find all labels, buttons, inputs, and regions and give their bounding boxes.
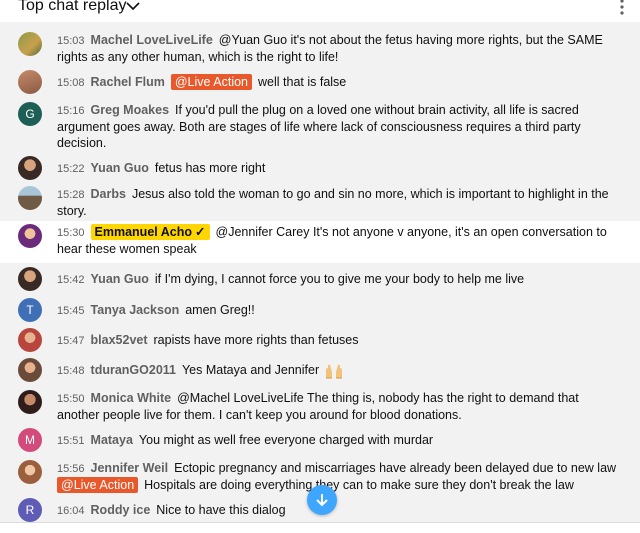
author-name[interactable]: Roddy ice (91, 503, 151, 517)
timestamp: 15:47 (57, 335, 85, 347)
chat-message: 15:48 tduranGO2011 Yes Mataya and Jennifer (0, 358, 640, 382)
message-text: amen Greg!! (185, 303, 255, 317)
message-text: You might as well free everyone charged … (138, 433, 434, 447)
timestamp: 15:50 (57, 393, 85, 405)
avatar[interactable] (18, 358, 42, 382)
timestamp: 16:04 (57, 505, 85, 517)
chat-message: G 15:16 Greg Moakes If you'd pull the plug… (0, 100, 640, 150)
avatar[interactable] (18, 32, 42, 56)
avatar[interactable] (18, 186, 42, 210)
message-text: Jesus also told the woman to go and sin … (57, 187, 609, 218)
avatar[interactable]: T (18, 298, 42, 322)
timestamp: 15:22 (57, 163, 85, 175)
chat-message: M 15:51 Mataya You might as well free ever… (0, 428, 640, 452)
raising-hands-emoji-icon (325, 364, 342, 379)
chat-header: Top chat replay (0, 0, 640, 22)
chat-message: 15:50 Monica White @Machel LoveLiveLife Th… (0, 388, 640, 422)
timestamp: 15:56 (57, 463, 85, 475)
more-vert-icon[interactable] (616, 0, 628, 16)
message-text: fetus has more right (154, 161, 266, 175)
author-name[interactable]: Rachel Flum (91, 75, 165, 89)
author-name[interactable]: Yuan Guo (91, 161, 149, 175)
message-text: well that is false (258, 75, 347, 89)
avatar[interactable] (18, 156, 42, 180)
timestamp: 15:16 (57, 105, 85, 117)
author-name[interactable]: Tanya Jackson (91, 303, 180, 317)
author-name[interactable]: Monica White (91, 391, 172, 405)
mention-chip[interactable]: @Live Action (57, 477, 139, 493)
avatar[interactable] (18, 460, 42, 484)
chat-input-area-edge (0, 522, 640, 533)
avatar[interactable] (18, 70, 42, 94)
avatar[interactable] (18, 328, 42, 352)
mention-chip[interactable]: @Live Action (170, 74, 253, 90)
verified-check-icon: ✓ (195, 225, 206, 239)
message-text-continued: Hospitals are doing everything they can … (144, 478, 574, 492)
message-text: if I'm dying, I cannot force you to give… (154, 272, 525, 286)
chat-message-highlighted: 15:30 Emmanuel Acho ✓ @Jennifer Carey It's … (0, 221, 640, 263)
chevron-down-icon[interactable] (126, 1, 140, 11)
owner-author-chip[interactable]: Emmanuel Acho ✓ (90, 224, 210, 240)
author-name[interactable]: Mataya (91, 433, 133, 447)
message-text: rapists have more rights than fetuses (153, 333, 359, 347)
author-name[interactable]: Yuan Guo (91, 272, 149, 286)
chat-message: 15:28 Darbs Jesus also told the woman to g… (0, 184, 640, 218)
avatar[interactable]: G (18, 102, 42, 126)
message-text: Ectopic pregnancy and miscarriages have … (174, 461, 617, 475)
arrow-down-icon (316, 494, 328, 507)
avatar[interactable] (18, 390, 42, 414)
scroll-to-bottom-button[interactable] (307, 485, 337, 515)
timestamp: 15:45 (57, 305, 85, 317)
avatar[interactable] (18, 267, 42, 291)
author-name[interactable]: Darbs (91, 187, 126, 201)
chat-message: T 15:45 Tanya Jackson amen Greg!! (0, 298, 640, 322)
avatar[interactable] (18, 224, 42, 248)
chat-message: 15:42 Yuan Guo if I'm dying, I cannot forc… (0, 267, 640, 291)
timestamp: 15:42 (57, 274, 85, 286)
message-text: Nice to have this dialog (156, 503, 286, 517)
chat-mode-title[interactable]: Top chat replay (18, 0, 127, 15)
chat-message: 15:08 Rachel Flum @Live Action well that is… (0, 70, 640, 96)
message-text: Yes Mataya and Jennifer (181, 363, 320, 377)
author-name[interactable]: Machel LoveLiveLife (91, 33, 213, 47)
author-name: Emmanuel Acho (94, 225, 193, 239)
timestamp: 15:51 (57, 435, 85, 447)
chat-message: 15:22 Yuan Guo fetus has more right (0, 156, 640, 180)
author-name[interactable]: Jennifer Weil (91, 461, 169, 475)
avatar[interactable]: M (18, 428, 42, 452)
timestamp: 15:30 (57, 227, 85, 239)
chat-message: 15:47 blax52vet rapists have more rights t… (0, 328, 640, 352)
avatar[interactable]: R (18, 498, 42, 522)
timestamp: 15:28 (57, 189, 85, 201)
author-name[interactable]: blax52vet (91, 333, 148, 347)
timestamp: 15:48 (57, 365, 85, 377)
author-name[interactable]: tduranGO2011 (91, 363, 176, 377)
chat-message: 15:03 Machel LoveLiveLife @Yuan Guo it's n… (0, 32, 640, 66)
timestamp: 15:08 (57, 77, 85, 89)
timestamp: 15:03 (57, 35, 85, 47)
author-name[interactable]: Greg Moakes (91, 103, 170, 117)
